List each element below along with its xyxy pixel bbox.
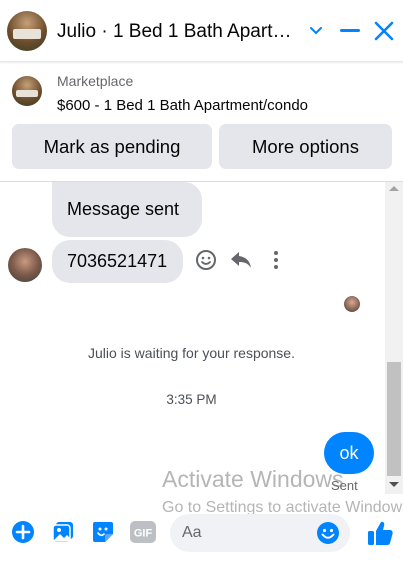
listing-title[interactable]: $600 - 1 Bed 1 Bath Apartment/condo (57, 97, 308, 114)
close-icon[interactable] (369, 16, 399, 46)
reply-icon[interactable] (228, 247, 254, 273)
marketplace-label: Marketplace (57, 73, 134, 89)
emoji-reaction-icon[interactable] (193, 247, 219, 273)
scroll-up-arrow[interactable] (389, 186, 399, 191)
message-timestamp: 3:35 PM (166, 392, 217, 407)
scrollbar-thumb[interactable] (387, 362, 401, 476)
listing-avatar[interactable] (7, 11, 47, 51)
chat-title[interactable]: Julio · 1 Bed 1 Bath Apartment/condo (57, 21, 302, 43)
image-icon[interactable] (50, 519, 76, 545)
message-composer[interactable] (170, 514, 350, 552)
scroll-down-arrow[interactable] (389, 482, 399, 487)
message-input[interactable] (182, 522, 312, 544)
seen-indicator-avatar (344, 296, 360, 312)
plus-icon[interactable] (10, 519, 36, 545)
chat-header: Julio · 1 Bed 1 Bath Apartment/condo (0, 0, 403, 62)
emoji-picker-icon[interactable] (316, 521, 340, 545)
incoming-message-bubble[interactable]: 7036521471 (52, 240, 183, 283)
mark-as-pending-button[interactable]: Mark as pending (12, 124, 212, 169)
more-options-button[interactable]: More options (219, 124, 392, 169)
contact-avatar[interactable] (8, 248, 42, 282)
thumbs-up-icon[interactable] (365, 518, 395, 548)
waiting-notice: Julio is waiting for your response. (88, 345, 295, 361)
activate-windows-title: Activate Windows (162, 466, 344, 492)
svg-text:GIF: GIF (134, 528, 153, 540)
gif-icon[interactable]: GIF (130, 519, 156, 545)
incoming-message-bubble[interactable]: Message sent (52, 182, 202, 237)
minimize-icon[interactable] (335, 16, 365, 46)
marketplace-listing-thumbnail[interactable] (12, 76, 42, 106)
more-icon[interactable] (263, 247, 289, 273)
sticker-icon[interactable] (90, 519, 116, 545)
chevron-down-icon[interactable] (301, 16, 331, 46)
